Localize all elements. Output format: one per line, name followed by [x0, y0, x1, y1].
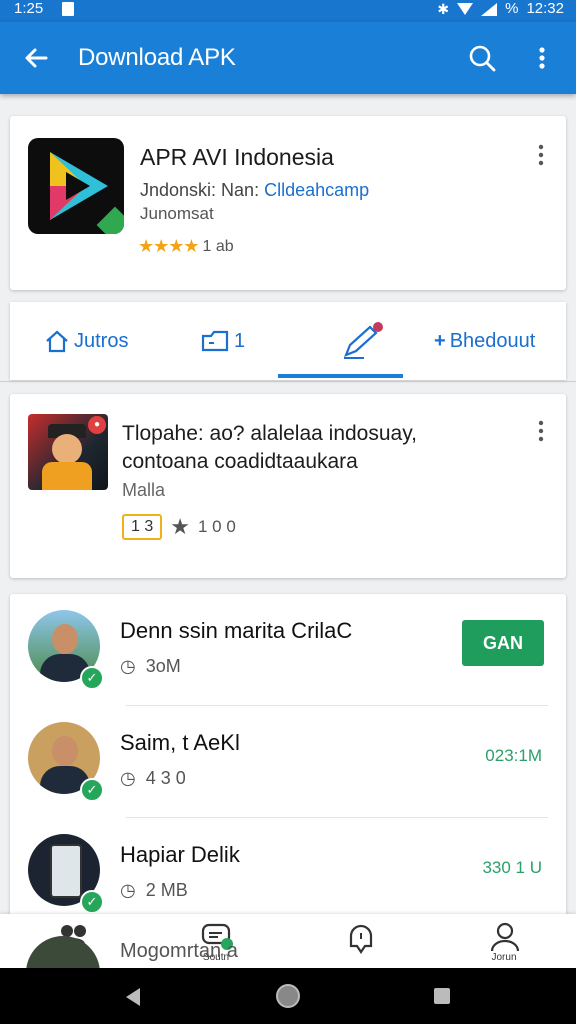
page-title: Download APK — [78, 44, 236, 71]
folder-icon — [201, 330, 229, 352]
status-icons: ✱ % 12:32 — [437, 0, 564, 18]
clock-icon: ◷ — [120, 656, 136, 676]
app-card[interactable]: APR AVI Indonesia Jndonski: Nan: Clldeah… — [10, 116, 566, 290]
promo-rating: 1 0 0 — [197, 517, 236, 536]
signal-icon — [481, 2, 498, 16]
developer-link[interactable]: Clldeahcamp — [264, 180, 369, 200]
nav-profile[interactable]: Jorun — [432, 914, 576, 968]
list-item-title: Saim, t AeKl — [120, 730, 240, 755]
list-item[interactable]: ✓ Saim, t AeKl ◷ 4 3 0 023:1M — [10, 706, 566, 818]
list-item-stat: 023:1M — [485, 746, 542, 765]
get-button[interactable]: GAN — [462, 620, 544, 666]
list-item-size: ◷ 3oM — [120, 656, 181, 677]
app-subtitle: Jndonski: Nan: Clldeahcamp — [140, 180, 369, 201]
divider — [0, 381, 576, 382]
list-item-size-text: 3oM — [145, 656, 181, 676]
list-item[interactable]: ✓ Denn ssin marita CrilaC ◷ 3oM GAN — [10, 594, 566, 706]
age-rating-badge: 1 3 — [122, 514, 163, 540]
promo-badge-icon: ● — [88, 416, 106, 434]
app-subtitle-text: Jndonski: Nan: — [140, 180, 265, 200]
list-item-size: ◷ 4 3 0 — [120, 768, 186, 789]
app-bar: Download APK — [0, 22, 576, 94]
system-home-icon[interactable] — [276, 984, 300, 1008]
home-icon — [46, 330, 68, 353]
system-back-icon[interactable] — [126, 988, 140, 1006]
tab-add[interactable]: + Bhedouut — [434, 302, 535, 380]
more-vert-icon[interactable] — [530, 42, 554, 74]
tab-folder[interactable]: 1 — [200, 302, 245, 380]
list-item-stat: 330 1 U — [482, 858, 542, 877]
notification-bell-icon — [349, 924, 373, 954]
edit-pen-icon — [344, 322, 383, 359]
verified-check-icon: ✓ — [80, 890, 104, 914]
status-bar: 1:25 ✱ % 12:32 — [0, 0, 576, 22]
battery-text: % — [505, 0, 519, 17]
promo-meta: 1 3 ★ 1 0 0 — [122, 514, 236, 540]
tab-edit[interactable] — [340, 302, 386, 380]
phone-shape — [50, 844, 82, 898]
app-rating: ★★★★ 1 ab — [138, 236, 234, 257]
avatar-head — [52, 624, 78, 654]
add-icon: + — [434, 329, 446, 352]
star-icon: ★ — [170, 514, 190, 539]
face-shape — [52, 434, 82, 464]
verified-check-icon: ✓ — [80, 666, 104, 690]
tab-folder-label: 1 — [234, 329, 246, 352]
list-item-size-text: 2 MB — [145, 880, 188, 900]
peek-list-title: Mogomrtan a — [120, 940, 238, 962]
promo-title-line2: contoana coadidtaaukara — [122, 450, 358, 473]
system-nav-bar — [0, 968, 576, 1024]
tab-indicator — [278, 374, 403, 378]
notification-icon — [62, 2, 74, 16]
tab-add-label: Bhedouut — [449, 329, 536, 352]
clock-icon: ◷ — [120, 880, 136, 900]
status-clock: 12:32 — [526, 0, 564, 17]
promo-developer: Malla — [122, 480, 166, 500]
tab-home-label: Jutros — [74, 329, 129, 352]
status-time: 1:25 — [14, 0, 44, 17]
list-item-title: Denn ssin marita CrilaC — [120, 618, 353, 643]
verified-check-icon: ✓ — [80, 778, 104, 802]
app-category: Junomsat — [140, 204, 214, 223]
list-item-size: ◷ 2 MB — [120, 880, 188, 901]
app-card-more-icon[interactable] — [536, 144, 546, 168]
wifi-icon — [457, 3, 474, 15]
app-icon — [28, 138, 124, 234]
rating-text: 1 ab — [202, 237, 234, 255]
list-item-title: Hapiar Delik — [120, 842, 240, 867]
promo-app-icon: ● — [28, 414, 108, 490]
promo-title-line1: Tlopahe: ao? alalelaa indosuay, — [122, 422, 417, 445]
list-item-size-text: 4 3 0 — [145, 768, 186, 788]
star-rating-icon: ★★★★ — [138, 236, 200, 256]
body-shape — [42, 462, 92, 490]
tab-strip: Jutros 1 + Bhedouut — [10, 302, 566, 380]
back-arrow-icon[interactable] — [20, 42, 52, 74]
promo-card[interactable]: ● Tlopahe: ao? alalelaa indosuay, contoa… — [10, 394, 566, 578]
avatar-head — [52, 736, 78, 766]
system-recents-icon[interactable] — [434, 988, 450, 1004]
bluetooth-icon: ✱ — [437, 1, 450, 17]
profile-icon — [490, 922, 520, 952]
clock-icon: ◷ — [120, 768, 136, 788]
nav-profile-label: Jorun — [491, 952, 517, 963]
nav-notifications[interactable] — [288, 914, 432, 968]
search-icon[interactable] — [466, 42, 498, 74]
promo-more-icon[interactable] — [536, 420, 546, 444]
list-card: ✓ Denn ssin marita CrilaC ◷ 3oM GAN ✓ Sa… — [10, 594, 566, 964]
tab-home[interactable]: Jutros — [44, 302, 128, 380]
app-name: APR AVI Indonesia — [140, 144, 334, 170]
